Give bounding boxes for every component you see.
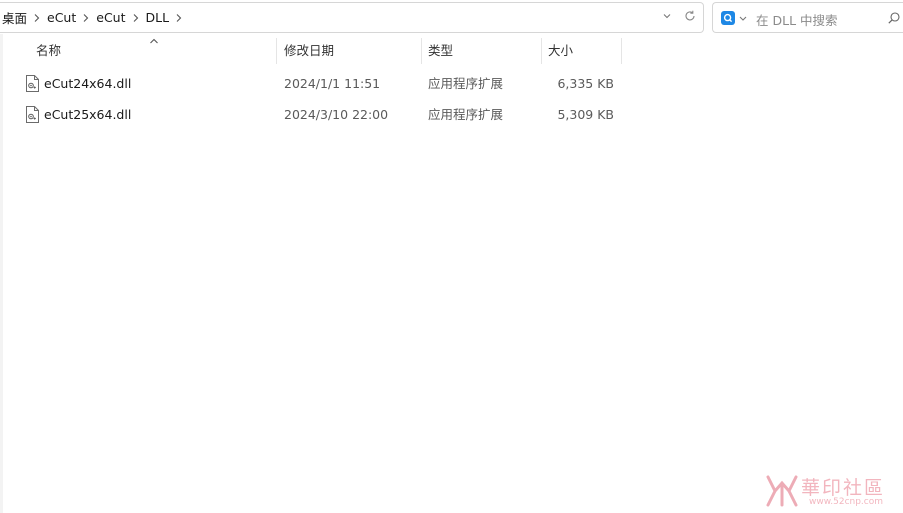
column-divider[interactable]	[276, 38, 277, 64]
breadcrumb-desktop[interactable]: 桌面	[2, 8, 27, 27]
column-header-size[interactable]: 大小	[548, 38, 573, 64]
watermark-text: 華印社區	[801, 477, 886, 499]
sort-up-icon	[149, 34, 159, 48]
search-engine-icon[interactable]	[721, 11, 735, 25]
file-row[interactable]: eCut24x64.dll 2024/1/1 11:51 应用程序扩展 6,33…	[3, 70, 683, 98]
chevron-right-icon[interactable]	[79, 11, 93, 25]
column-header-date[interactable]: 修改日期	[284, 38, 334, 64]
breadcrumb-ecut-1[interactable]: eCut	[47, 10, 76, 25]
search-icon[interactable]	[887, 11, 901, 28]
watermark-url: www.52cnp.com	[809, 497, 884, 507]
dll-file-icon	[26, 75, 39, 92]
refresh-icon[interactable]	[683, 9, 697, 26]
column-header-type[interactable]: 类型	[428, 38, 453, 64]
file-date: 2024/1/1 11:51	[284, 76, 381, 91]
chevron-down-icon[interactable]	[738, 11, 748, 28]
breadcrumb: 桌面 eCut eCut DLL	[2, 3, 189, 32]
file-type: 应用程序扩展	[428, 107, 504, 122]
address-bar[interactable]: 桌面 eCut eCut DLL	[0, 2, 704, 33]
chevron-down-icon[interactable]	[661, 10, 673, 25]
watermark-logo-icon	[765, 473, 799, 512]
file-name[interactable]: eCut25x64.dll	[44, 101, 131, 129]
watermark: 華印社區 www.52cnp.com	[765, 473, 897, 511]
file-size: 6,335 KB	[557, 76, 614, 91]
dll-file-icon	[26, 106, 39, 123]
column-divider[interactable]	[541, 38, 542, 64]
search-input[interactable]: 在 DLL 中搜索	[756, 10, 838, 29]
file-size: 5,309 KB	[557, 107, 614, 122]
search-box[interactable]: 在 DLL 中搜索	[712, 2, 903, 33]
chevron-right-icon[interactable]	[30, 11, 44, 25]
column-header-name[interactable]: 名称	[36, 38, 61, 64]
file-row[interactable]: eCut25x64.dll 2024/3/10 22:00 应用程序扩展 5,3…	[3, 101, 683, 129]
chevron-right-icon[interactable]	[129, 11, 143, 25]
chevron-right-icon[interactable]	[172, 11, 186, 25]
breadcrumb-dll[interactable]: DLL	[146, 10, 170, 25]
file-type: 应用程序扩展	[428, 76, 504, 91]
column-header-row: 名称 修改日期 类型 大小	[3, 38, 903, 64]
file-name[interactable]: eCut24x64.dll	[44, 70, 131, 98]
file-date: 2024/3/10 22:00	[284, 107, 389, 122]
breadcrumb-ecut-2[interactable]: eCut	[96, 10, 125, 25]
column-divider[interactable]	[421, 38, 422, 64]
column-divider[interactable]	[621, 38, 622, 64]
